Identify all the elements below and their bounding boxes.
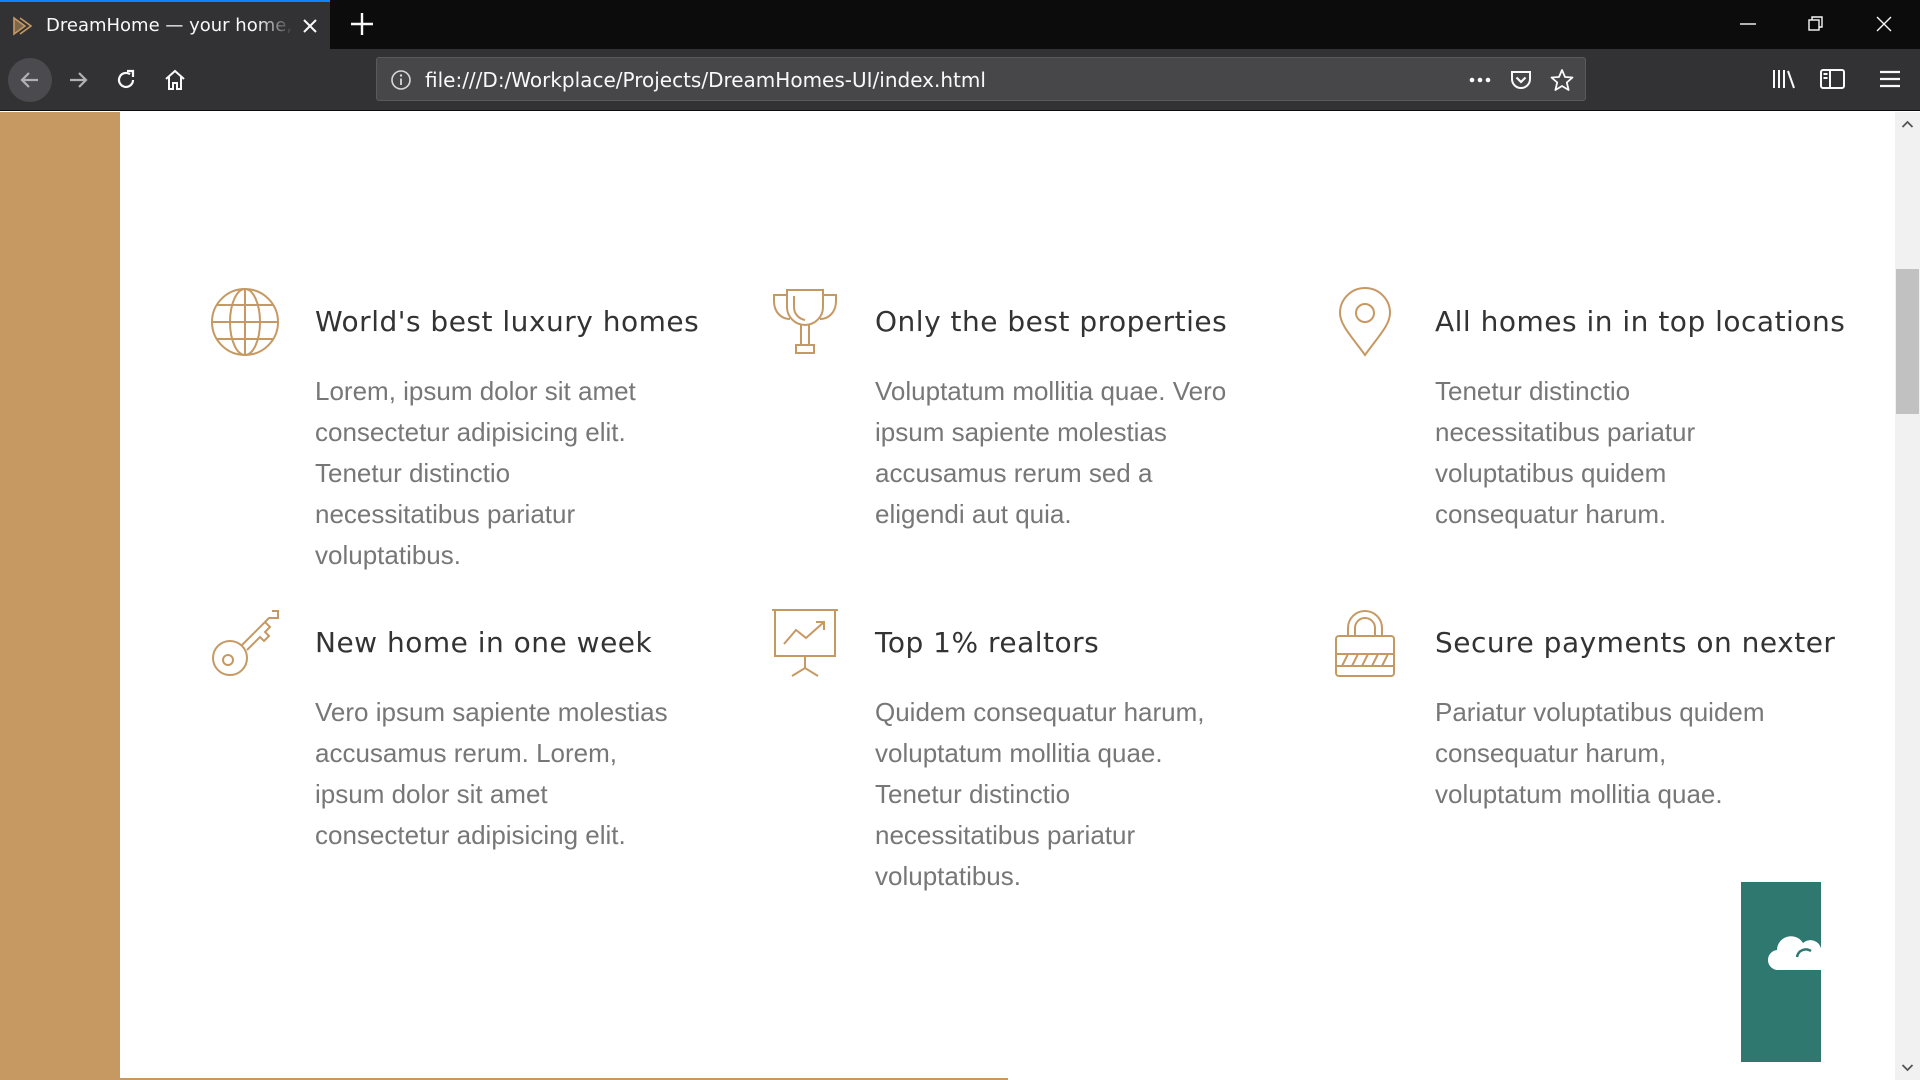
minimize-window-button[interactable] <box>1714 0 1782 49</box>
new-tab-icon[interactable] <box>348 10 376 38</box>
cloud-icon <box>1768 936 1821 971</box>
presentation-chart-icon <box>770 608 840 678</box>
browser-tab-bar: DreamHome — your home, your dream <box>0 0 1920 49</box>
scroll-down-arrow-icon[interactable] <box>1895 1056 1920 1080</box>
close-icon <box>1876 16 1892 32</box>
padlock-icon <box>1330 608 1400 678</box>
restore-icon <box>1808 16 1823 31</box>
page-viewport: World's best luxury homes Lorem, ipsum d… <box>0 112 1920 1080</box>
reload-button[interactable] <box>104 58 148 102</box>
restore-window-button[interactable] <box>1782 0 1850 49</box>
feature-title: Secure payments on nexter <box>1435 626 1836 659</box>
address-bar[interactable]: file:///D:/Workplace/Projects/DreamHomes… <box>376 57 1586 101</box>
browser-nav-bar: file:///D:/Workplace/Projects/DreamHomes… <box>0 49 1920 111</box>
url-text[interactable]: file:///D:/Workplace/Projects/DreamHomes… <box>425 68 986 92</box>
key-icon <box>210 608 280 678</box>
chat-widget-button[interactable] <box>1741 882 1821 1062</box>
pocket-icon[interactable] <box>1508 68 1534 92</box>
trophy-icon <box>770 287 840 357</box>
back-button[interactable] <box>8 58 52 102</box>
site-info-icon[interactable] <box>389 68 413 92</box>
tab-title: DreamHome — your home, your dream <box>46 15 294 36</box>
browser-tab[interactable]: DreamHome — your home, your dream <box>0 0 330 49</box>
scroll-up-arrow-icon[interactable] <box>1895 112 1920 136</box>
globe-icon <box>210 287 280 357</box>
feature-description: Lorem, ipsum dolor sit amet consectetur … <box>315 376 636 570</box>
page-actions-icon[interactable] <box>1467 68 1493 92</box>
bookmark-star-icon[interactable] <box>1549 68 1575 92</box>
home-icon <box>165 69 185 90</box>
close-window-button[interactable] <box>1850 0 1918 49</box>
feature-description: Tenetur distinctio necessitatibus pariat… <box>1435 376 1696 529</box>
feature-description: Voluptatum mollitia quae. Vero ipsum sap… <box>875 376 1227 529</box>
menu-hamburger-icon[interactable] <box>1874 63 1906 95</box>
reload-icon <box>117 69 135 89</box>
home-button[interactable] <box>153 58 197 102</box>
feature-description: Pariatur voluptatibus quidem consequatur… <box>1435 697 1765 809</box>
forward-button[interactable] <box>56 58 100 102</box>
arrow-right-icon <box>70 72 88 88</box>
arrow-left-icon <box>20 72 38 88</box>
feature-description: Quidem consequatur harum, voluptatum mol… <box>875 697 1205 891</box>
feature-title: Only the best properties <box>875 305 1228 338</box>
feature-title: World's best luxury homes <box>315 305 700 338</box>
site-favicon-icon <box>13 16 35 36</box>
scrollbar-thumb[interactable] <box>1896 269 1919 414</box>
library-icon[interactable] <box>1769 63 1801 95</box>
feature-title: All homes in in top locations <box>1435 305 1846 338</box>
feature-title: Top 1% realtors <box>875 626 1100 659</box>
close-tab-icon[interactable] <box>298 14 322 38</box>
page-scrollbar[interactable] <box>1895 112 1920 1080</box>
minimize-icon <box>1740 23 1756 25</box>
map-pin-icon <box>1330 287 1400 357</box>
feature-description: Vero ipsum sapiente molestias accusamus … <box>315 697 668 850</box>
feature-title: New home in one week <box>315 626 653 659</box>
sidebar-toggle-icon[interactable] <box>1817 63 1849 95</box>
sidebar-band <box>0 112 120 1080</box>
